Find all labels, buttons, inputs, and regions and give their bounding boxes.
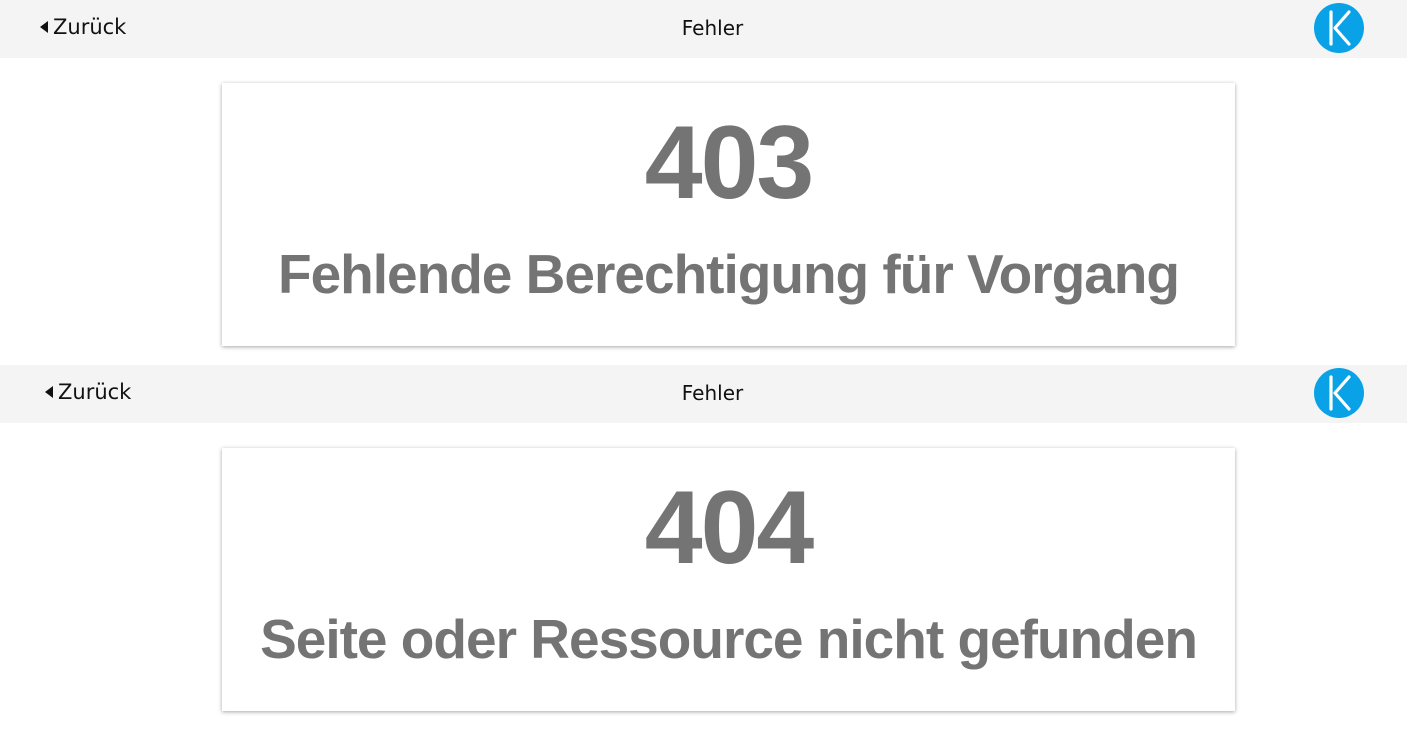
k-logo-glyph — [1329, 10, 1351, 46]
error-screen-403: Zurück Fehler 403 Fehlende Berechtigung … — [0, 0, 1407, 346]
error-message: Seite oder Ressource nicht gefunden — [260, 608, 1198, 670]
header-bar: Zurück Fehler — [0, 365, 1407, 423]
k-logo-icon[interactable] — [1314, 368, 1364, 418]
error-code: 404 — [644, 470, 815, 586]
k-logo-glyph — [1329, 375, 1351, 411]
error-card: 404 Seite oder Ressource nicht gefunden — [222, 448, 1235, 711]
error-card: 403 Fehlende Berechtigung für Vorgang — [222, 83, 1235, 346]
header-bar: Zurück Fehler — [0, 0, 1407, 58]
header-title: Fehler — [681, 16, 744, 40]
k-logo-icon[interactable] — [1314, 3, 1364, 53]
error-screen-404: Zurück Fehler 404 Seite oder Ressource n… — [0, 365, 1407, 711]
error-code: 403 — [644, 105, 815, 221]
header-title: Fehler — [681, 381, 744, 405]
error-message: Fehlende Berechtigung für Vorgang — [277, 243, 1180, 305]
